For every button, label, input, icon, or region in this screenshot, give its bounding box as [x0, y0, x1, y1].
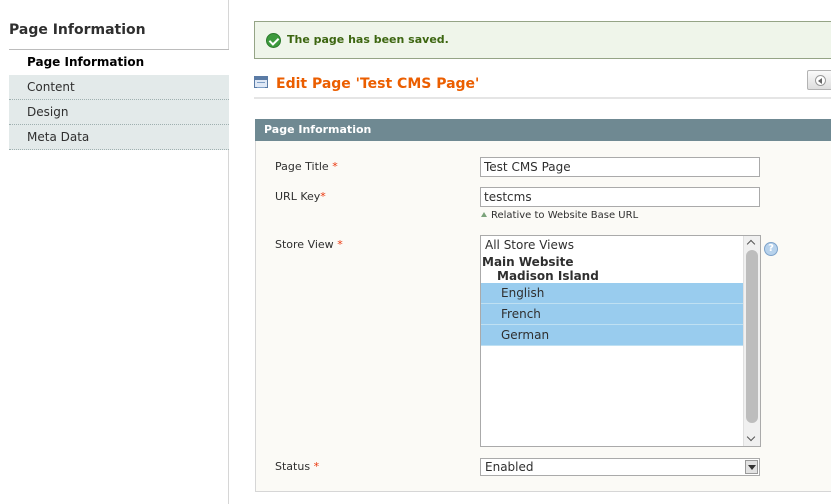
- option-french[interactable]: French: [481, 304, 744, 325]
- status-select[interactable]: Enabled: [480, 458, 760, 476]
- note-arrow-icon: [481, 212, 487, 217]
- scroll-up-icon[interactable]: [747, 238, 757, 248]
- cms-page-icon: [254, 76, 268, 88]
- page-title-input[interactable]: [480, 157, 760, 177]
- url-key-label-text: URL Key: [275, 190, 321, 203]
- option-all-store-views[interactable]: All Store Views: [481, 236, 744, 255]
- url-key-label: URL Key*: [275, 190, 326, 203]
- required-mark: *: [313, 460, 320, 473]
- sidebar-title: Page Information: [9, 22, 146, 38]
- tab-meta-data[interactable]: Meta Data: [9, 125, 229, 150]
- page-title-label-text: Page Title: [275, 160, 329, 173]
- left-sidebar: Page Information Page Information Conten…: [0, 0, 229, 504]
- store-view-multiselect[interactable]: All Store Views Main Website Madison Isl…: [480, 235, 761, 447]
- heading-divider: [254, 97, 831, 99]
- store-view-options: All Store Views Main Website Madison Isl…: [481, 236, 744, 346]
- store-view-scrollbar[interactable]: [743, 236, 760, 446]
- back-arrow-icon: [815, 75, 826, 86]
- required-mark: *: [337, 238, 343, 251]
- back-button[interactable]: [807, 70, 831, 90]
- success-check-icon: [266, 33, 281, 48]
- store-view-label-text: Store View: [275, 238, 334, 251]
- tab-page-information[interactable]: Page Information: [9, 50, 229, 75]
- status-select-value: Enabled: [485, 460, 534, 474]
- optgroup-madison-island: Madison Island: [497, 269, 599, 283]
- tab-content[interactable]: Content: [9, 75, 229, 100]
- page-title-label: Page Title *: [275, 160, 338, 173]
- scroll-thumb[interactable]: [746, 250, 758, 423]
- status-label-text: Status: [275, 460, 311, 473]
- store-view-label: Store View *: [275, 238, 343, 251]
- sidebar-tabs: Page Information Content Design Meta Dat…: [9, 50, 229, 150]
- optgroup-main-website: Main Website: [482, 255, 574, 269]
- required-mark: *: [332, 160, 338, 173]
- tab-design[interactable]: Design: [9, 100, 229, 125]
- fieldset-header: Page Information: [255, 119, 831, 141]
- page-title: Edit Page 'Test CMS Page': [276, 76, 480, 92]
- option-german[interactable]: German: [481, 325, 744, 346]
- url-key-input[interactable]: [480, 187, 760, 207]
- option-english[interactable]: English: [481, 283, 744, 304]
- chevron-down-icon: [745, 460, 758, 474]
- success-message-text: The page has been saved.: [287, 33, 449, 46]
- success-message: The page has been saved.: [254, 21, 831, 59]
- status-label: Status *: [275, 460, 319, 473]
- help-icon[interactable]: ?: [764, 242, 778, 256]
- url-key-note-text: Relative to Website Base URL: [491, 210, 639, 221]
- scroll-down-icon[interactable]: [747, 434, 757, 444]
- required-mark: *: [320, 190, 326, 203]
- url-key-note: Relative to Website Base URL: [481, 210, 638, 221]
